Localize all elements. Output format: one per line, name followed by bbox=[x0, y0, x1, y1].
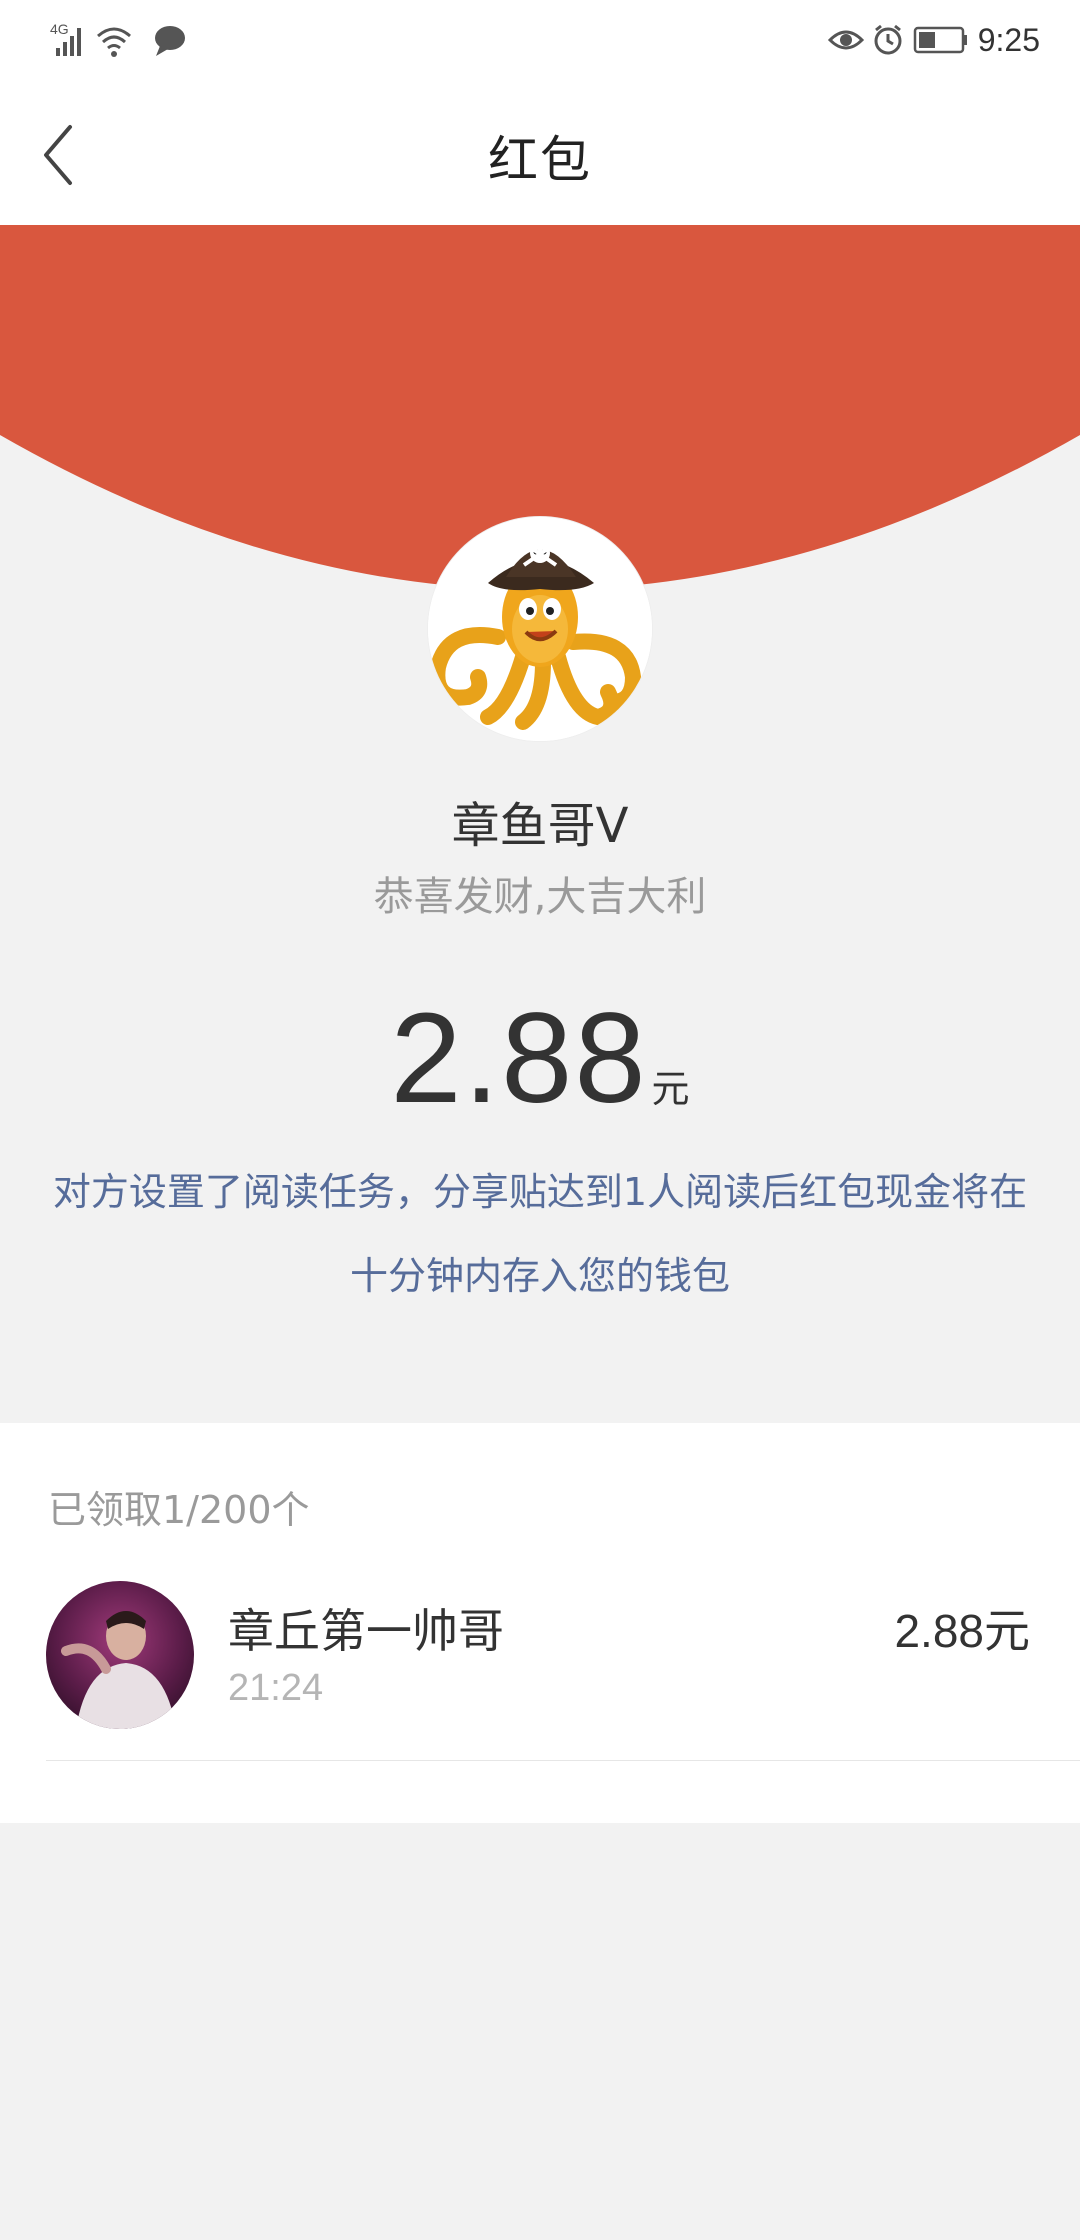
receiver-avatar[interactable] bbox=[46, 1581, 194, 1729]
sender-avatar[interactable] bbox=[428, 517, 652, 741]
network-type-label: 4G bbox=[50, 21, 69, 37]
status-time: 9:25 bbox=[977, 21, 1040, 58]
sender-name: 章鱼哥V bbox=[451, 798, 629, 854]
receipt-row[interactable]: 章丘第一帅哥 21:24 2.88元 bbox=[0, 1573, 1080, 1763]
receive-time: 21:24 bbox=[228, 1667, 324, 1709]
eye-icon bbox=[827, 30, 864, 50]
notice-line-2: 十分钟内存入您的钱包 bbox=[349, 1254, 730, 1298]
battery-icon bbox=[913, 26, 967, 54]
receipts-panel: 已领取1/200个 章丘第一帅哥 21:24 2.88元 bbox=[0, 1423, 1080, 1823]
wifi-icon bbox=[97, 27, 131, 57]
eye-alarm-battery-icons bbox=[827, 24, 967, 55]
amount-display: 2.88 元 bbox=[0, 985, 1080, 1132]
amount-unit: 元 bbox=[651, 1067, 690, 1111]
row-divider bbox=[46, 1760, 1080, 1761]
notice-line-1: 对方设置了阅读任务，分享贴达到1人阅读后红包现金将在 bbox=[52, 1170, 1028, 1214]
user-photo-icon bbox=[46, 1581, 194, 1729]
signal-wifi-chat-icons: 4G bbox=[50, 21, 185, 57]
chat-bubble-icon bbox=[155, 26, 185, 56]
read-task-notice: 对方设置了阅读任务，分享贴达到1人阅读后红包现金将在 十分钟内存入您的钱包 bbox=[0, 1150, 1080, 1318]
status-left-icons: 4G bbox=[48, 18, 198, 62]
amount-value: 2.88 bbox=[390, 987, 648, 1130]
pirate-octopus-icon bbox=[428, 517, 652, 741]
status-right-icons: 9:25 bbox=[827, 18, 1040, 62]
title-bar: 红包 bbox=[0, 80, 1080, 225]
receiver-name: 章丘第一帅哥 bbox=[228, 1604, 504, 1658]
page-title: 红包 bbox=[488, 131, 592, 189]
greeting-message: 恭喜发财,大吉大利 bbox=[373, 874, 707, 920]
receive-amount: 2.88元 bbox=[894, 1605, 1030, 1657]
status-bar: 4G 9:25 bbox=[0, 0, 1080, 80]
receipts-count: 已领取1/200个 bbox=[48, 1488, 310, 1532]
alarm-icon bbox=[874, 24, 902, 55]
